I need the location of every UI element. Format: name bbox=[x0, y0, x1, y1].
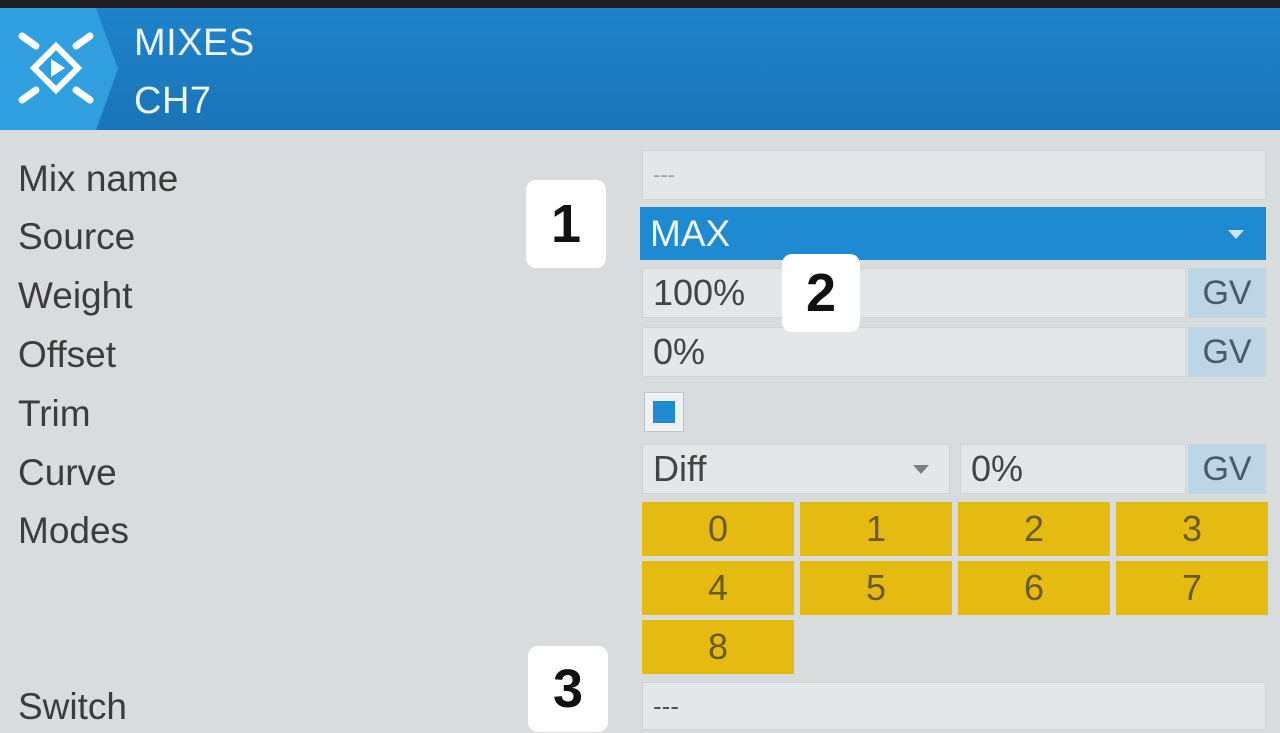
top-edge bbox=[0, 0, 1280, 8]
offset-gv-button[interactable]: GV bbox=[1188, 327, 1266, 377]
annotation-badge-3: 3 bbox=[528, 646, 608, 732]
mode-button-1[interactable]: 1 bbox=[800, 502, 952, 556]
annotation-badge-2: 2 bbox=[782, 254, 860, 332]
chevron-down-icon bbox=[913, 465, 929, 474]
source-value: MAX bbox=[650, 212, 731, 254]
source-label: Source bbox=[18, 216, 136, 257]
switch-select[interactable]: --- bbox=[642, 682, 1266, 730]
weight-gv-button[interactable]: GV bbox=[1188, 268, 1266, 318]
weight-label: Weight bbox=[18, 275, 133, 316]
mode-button-0[interactable]: 0 bbox=[642, 502, 794, 556]
trim-check-mark bbox=[653, 401, 675, 423]
mode-button-3[interactable]: 3 bbox=[1116, 502, 1268, 556]
source-select[interactable]: MAX bbox=[640, 207, 1266, 260]
app-logo[interactable] bbox=[0, 8, 118, 130]
mixer-icon bbox=[18, 32, 94, 104]
mix-name-input[interactable]: --- bbox=[642, 150, 1266, 200]
trim-label: Trim bbox=[18, 393, 91, 434]
page-subtitle: CH7 bbox=[134, 80, 212, 122]
curve-gv-button[interactable]: GV bbox=[1188, 444, 1266, 494]
mix-name-label: Mix name bbox=[18, 158, 179, 199]
mode-button-5[interactable]: 5 bbox=[800, 561, 952, 615]
mix-editor-form: Mix name Source Weight Offset Trim Curve… bbox=[0, 130, 1280, 733]
mode-button-8[interactable]: 8 bbox=[642, 620, 794, 674]
switch-label: Switch bbox=[18, 686, 127, 727]
header-bar: MIXES CH7 bbox=[0, 8, 1280, 130]
chevron-down-icon bbox=[1228, 230, 1244, 239]
annotation-badge-1: 1 bbox=[526, 180, 606, 268]
modes-label: Modes bbox=[18, 510, 130, 551]
curve-label: Curve bbox=[18, 452, 117, 493]
mode-button-4[interactable]: 4 bbox=[642, 561, 794, 615]
curve-value-input[interactable]: 0% bbox=[960, 444, 1186, 494]
curve-type-select[interactable]: Diff bbox=[642, 444, 950, 494]
offset-input[interactable]: 0% bbox=[642, 327, 1186, 377]
mode-button-7[interactable]: 7 bbox=[1116, 561, 1268, 615]
trim-checkbox[interactable] bbox=[644, 392, 684, 432]
page-title: MIXES bbox=[134, 22, 255, 64]
mode-button-2[interactable]: 2 bbox=[958, 502, 1110, 556]
offset-label: Offset bbox=[18, 334, 117, 375]
curve-type-value: Diff bbox=[653, 448, 707, 489]
mode-button-6[interactable]: 6 bbox=[958, 561, 1110, 615]
weight-input[interactable]: 100% bbox=[642, 268, 1186, 318]
